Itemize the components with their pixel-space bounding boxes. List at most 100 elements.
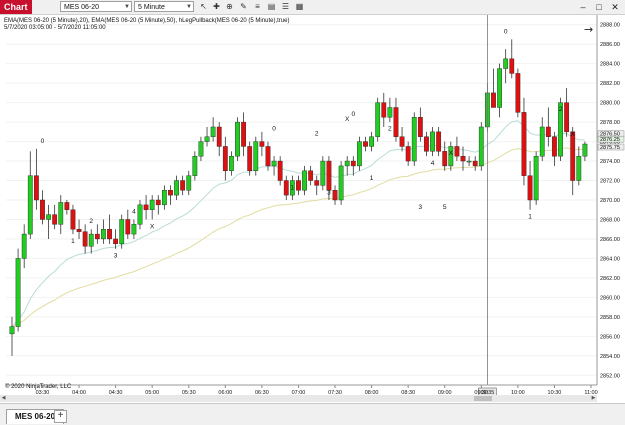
candle-body — [222, 146, 228, 171]
candle-body — [76, 229, 82, 232]
app-tab-chart[interactable]: Chart — [0, 0, 32, 14]
chevron-down-icon: ▼ — [186, 4, 192, 10]
candle-body — [399, 136, 405, 147]
candle — [210, 117, 216, 142]
candle — [320, 156, 326, 191]
properties-icon[interactable]: ☰ — [280, 1, 291, 12]
price-tick-label: 2852.00 — [600, 373, 620, 379]
candle — [119, 214, 125, 249]
instrument-selector[interactable]: MES 06-20 ▼ — [60, 1, 132, 12]
candle — [515, 68, 521, 118]
add-tab-button[interactable]: + — [54, 410, 67, 423]
price-tick-label: 2870.00 — [600, 198, 620, 204]
candle-body — [241, 121, 246, 147]
price-chart[interactable]: 01234X0123X012345X012X09:35 2852.002854.… — [0, 15, 625, 403]
candle-body — [405, 146, 411, 162]
candle-body — [454, 146, 460, 157]
candle-body — [21, 233, 27, 259]
candle-body — [107, 229, 112, 240]
candle-body — [119, 219, 125, 245]
candle-body — [27, 175, 33, 235]
price-badge-label: 2876.25 — [600, 137, 620, 143]
candle — [296, 175, 301, 196]
candle-body — [381, 102, 387, 118]
candle — [430, 126, 435, 157]
scroll-thumb[interactable] — [474, 396, 492, 401]
swing-label: X — [449, 150, 454, 157]
candle — [545, 107, 551, 147]
candle-body — [570, 131, 576, 181]
candle — [204, 126, 210, 147]
candle-body — [33, 175, 39, 201]
cursor-icon[interactable]: ↖ — [198, 1, 209, 12]
swing-label: 1 — [528, 214, 532, 221]
scroll-right-icon[interactable]: ▶ — [590, 395, 597, 402]
candle-body — [40, 199, 45, 220]
swing-label: X — [150, 223, 155, 230]
zoom-icon[interactable]: ⊕ — [224, 1, 235, 12]
candle — [94, 224, 100, 244]
candle — [472, 156, 478, 171]
candle — [509, 39, 515, 79]
candle-body — [186, 175, 192, 191]
candle — [143, 195, 149, 220]
candle — [454, 136, 460, 162]
candle — [192, 151, 198, 181]
candle-body — [466, 160, 472, 163]
candle-body — [497, 68, 502, 108]
minimize-button[interactable]: – — [575, 0, 591, 14]
candle-body — [259, 141, 265, 147]
candle — [442, 141, 448, 171]
candle — [174, 175, 179, 200]
candle-body — [503, 58, 509, 69]
candle — [387, 97, 393, 123]
swing-label: 4 — [431, 160, 435, 167]
candle-body — [283, 180, 289, 196]
price-tick-label: 2866.00 — [600, 237, 620, 243]
candle — [436, 126, 442, 157]
candle-body — [131, 224, 137, 235]
candle — [70, 204, 76, 235]
pointer-icon[interactable]: ✚ — [211, 1, 222, 12]
instrument-value: MES 06-20 — [64, 4, 100, 11]
swing-label: 1 — [71, 238, 75, 245]
grid-icon[interactable]: ▦ — [294, 1, 305, 12]
candle-body — [82, 231, 88, 247]
candle-body — [192, 155, 198, 176]
candle-body — [64, 202, 70, 210]
candle-body — [174, 180, 179, 196]
candle-body — [515, 73, 521, 113]
candle — [155, 195, 161, 215]
candle — [33, 148, 39, 210]
candle — [521, 97, 527, 186]
data-box-icon[interactable]: ▤ — [266, 1, 277, 12]
candle-body — [430, 131, 435, 152]
candle — [125, 209, 131, 239]
close-button[interactable]: ✕ — [607, 0, 623, 14]
candle-body — [320, 160, 326, 186]
chart-panel[interactable]: 0 1 2 3 4 X 0 1 2 3 X 0 1 2 3 4 5 X 0 1 2 X 09:35 2852.00 2854.… — [0, 15, 625, 403]
candle — [247, 141, 253, 176]
stack-icon[interactable]: ≡ — [252, 1, 263, 12]
candle — [539, 117, 545, 162]
interval-selector[interactable]: 5 Minute ▼ — [134, 1, 194, 12]
price-tick-label: 2878.00 — [600, 120, 620, 126]
candle-body — [253, 141, 259, 171]
swing-label: 3 — [419, 204, 423, 211]
maximize-button[interactable]: □ — [591, 0, 607, 14]
candle-body — [424, 136, 429, 152]
candle-body — [393, 107, 399, 137]
price-badge-label: 2875.75 — [600, 145, 620, 151]
swing-label: 2 — [89, 218, 93, 225]
candle — [82, 224, 88, 254]
candle-body — [296, 180, 301, 191]
horizontal-scrollbar[interactable]: ◀ ▶ — [0, 395, 597, 402]
indicator-info: EMA(MES 06-20 (5 Minute),20), EMA(MES 06… — [4, 18, 290, 24]
drawing-tool-icon[interactable]: ✎ — [238, 1, 249, 12]
scroll-left-icon[interactable]: ◀ — [0, 395, 7, 402]
price-tick-label: 2874.00 — [600, 159, 620, 165]
candle-body — [326, 160, 332, 191]
swing-label: 0 — [504, 28, 508, 35]
candle — [180, 175, 186, 196]
swing-label: 1 — [291, 185, 295, 192]
